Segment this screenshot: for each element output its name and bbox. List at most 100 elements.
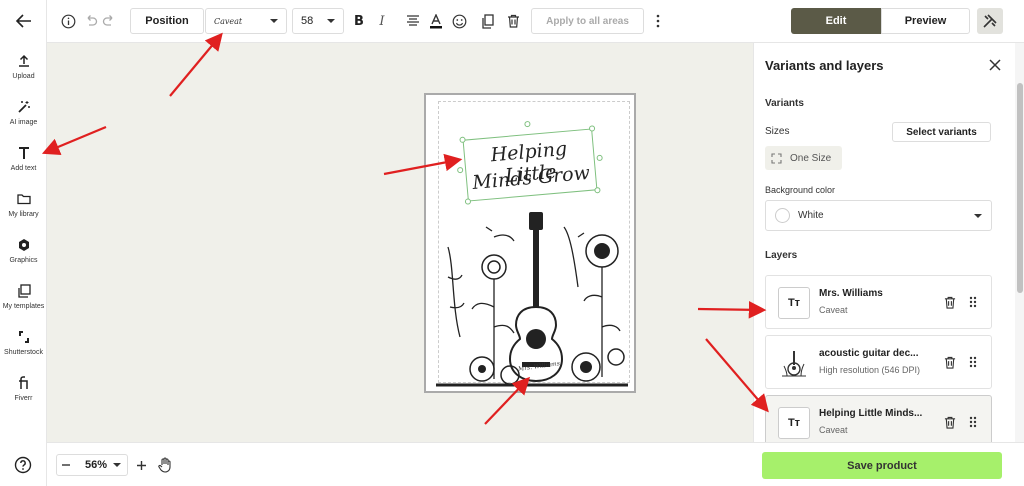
chevron-down-icon (270, 19, 278, 23)
color-swatch (775, 208, 790, 223)
sidebar-item-my-library[interactable]: My library (0, 192, 47, 219)
layer-item[interactable]: Tт Helping Little Minds... Caveat (765, 395, 992, 449)
layer-item[interactable]: Tт Mrs. Williams Caveat (765, 275, 992, 329)
align-button[interactable] (405, 8, 421, 34)
resize-icon (771, 152, 782, 164)
magic-wand-icon (17, 101, 30, 113)
sidebar-item-label: Fiverr (14, 395, 33, 402)
background-color-select[interactable]: White (765, 200, 992, 231)
sidebar-item-graphics[interactable]: Graphics (0, 238, 47, 265)
templates-icon (17, 284, 31, 298)
sidebar-item-fiverr[interactable]: Fiverr (0, 376, 47, 403)
tools-button[interactable] (977, 8, 1003, 34)
position-button[interactable]: Position (130, 8, 204, 34)
scrollbar-thumb[interactable] (1017, 83, 1023, 293)
sidebar-item-my-templates[interactable]: My templates (0, 284, 47, 311)
drag-handle-icon[interactable] (969, 296, 977, 308)
title-text-layer[interactable]: Helping Little Minds Grow (456, 120, 603, 205)
layer-name: acoustic guitar dec... (819, 348, 919, 359)
edit-mode-button[interactable]: Edit (791, 8, 881, 34)
hand-icon (158, 457, 171, 473)
undo-button[interactable] (83, 8, 99, 34)
variants-heading: Variants (765, 98, 804, 109)
duplicate-button[interactable] (480, 8, 496, 34)
chevron-down-icon (327, 19, 335, 23)
drag-handle-icon[interactable] (969, 356, 977, 368)
text-color-icon (430, 13, 442, 28)
plus-icon (136, 460, 146, 470)
layer-name: Helping Little Minds... (819, 408, 923, 419)
zoom-out-button[interactable] (57, 454, 75, 476)
zoom-select[interactable]: 56% (75, 459, 127, 471)
delete-button[interactable] (505, 8, 521, 34)
trash-icon[interactable] (944, 416, 956, 429)
bold-button[interactable]: B (351, 8, 367, 34)
size-chip[interactable]: One Size (765, 146, 842, 170)
resize-handle[interactable] (459, 136, 466, 144)
redo-button[interactable] (101, 8, 117, 34)
font-family-select[interactable]: Caveat (205, 8, 287, 34)
trash-icon[interactable] (944, 356, 956, 369)
shapes-icon (18, 239, 29, 251)
save-product-button[interactable]: Save product (762, 452, 1002, 479)
sidebar-item-shutterstock[interactable]: Shutterstock (0, 330, 47, 357)
shutterstock-icon (18, 331, 29, 343)
info-button[interactable] (59, 8, 77, 34)
font-family-value: Caveat (214, 16, 243, 26)
top-toolbar: Position Caveat 58 B I Apply to all area… (47, 0, 1024, 43)
drag-handle-icon[interactable] (969, 416, 977, 428)
tools-icon (983, 14, 997, 28)
upload-icon (18, 54, 29, 67)
variants-layers-panel: Variants and layers Variants Sizes Selec… (753, 43, 1024, 449)
layers-heading: Layers (765, 250, 798, 261)
align-center-icon (407, 15, 419, 26)
product-page[interactable]: Helping Little Minds Grow Mrs. Williams (424, 93, 636, 393)
zoom-control: 56% (56, 453, 174, 477)
chevron-down-icon (974, 213, 982, 218)
folder-icon (16, 194, 31, 205)
sidebar-item-add-text[interactable]: Add text (0, 146, 47, 173)
trash-icon[interactable] (944, 296, 956, 309)
layer-item[interactable]: acoustic guitar dec... High resolution (… (765, 335, 992, 389)
apply-to-all-areas-button[interactable]: Apply to all areas (531, 8, 644, 34)
sidebar-item-label: My templates (2, 303, 45, 310)
layer-name: Mrs. Williams (819, 288, 883, 299)
preview-mode-button[interactable]: Preview (881, 8, 970, 34)
sidebar-item-ai-image[interactable]: AI image (0, 100, 47, 127)
fiverr-icon (18, 376, 28, 389)
close-icon[interactable] (987, 57, 1003, 73)
italic-button[interactable]: I (374, 8, 390, 34)
bottom-bar: 56% Save product (47, 442, 1024, 486)
text-layer-icon: Tт (778, 287, 810, 319)
layer-subtitle: Caveat (819, 305, 848, 315)
layer-subtitle: Caveat (819, 425, 848, 435)
sizes-label: Sizes (765, 126, 790, 137)
background-color-label: Background color (765, 185, 836, 195)
font-size-value: 58 (301, 15, 314, 27)
text-layer-icon: Tт (778, 407, 810, 439)
left-sidebar: Upload AI image Add text My library Grap… (0, 0, 47, 486)
pan-tool-button[interactable] (156, 454, 174, 476)
sidebar-item-label: Shutterstock (4, 349, 43, 356)
guitar-icon (782, 351, 806, 377)
help-icon[interactable] (14, 456, 32, 474)
font-size-select[interactable]: 58 (292, 8, 344, 34)
back-arrow-icon[interactable] (13, 10, 35, 32)
redo-icon (102, 15, 113, 26)
more-options-button[interactable] (651, 8, 665, 34)
sidebar-item-label: Add text (10, 165, 37, 172)
emoji-button[interactable] (451, 8, 467, 34)
zoom-value: 56% (85, 459, 108, 471)
panel-scrollbar[interactable] (1015, 43, 1024, 442)
sidebar-item-upload[interactable]: Upload (0, 54, 47, 81)
select-variants-button[interactable]: Select variants (892, 122, 991, 142)
design-canvas[interactable]: Helping Little Minds Grow Mrs. Williams (47, 43, 753, 442)
layer-subtitle: High resolution (546 DPI) (819, 365, 921, 375)
sidebar-item-label: Upload (12, 73, 35, 80)
chevron-down-icon (113, 463, 122, 467)
text-color-button[interactable] (428, 8, 444, 34)
zoom-in-button[interactable] (132, 454, 150, 476)
background-color-value: White (798, 210, 824, 221)
emoji-icon (452, 14, 466, 28)
panel-title: Variants and layers (765, 58, 884, 73)
